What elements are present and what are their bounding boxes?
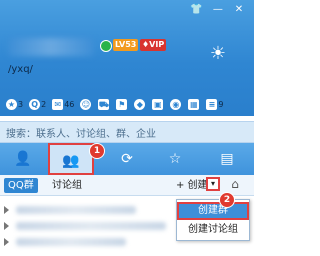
step-marker-1: 1 (89, 143, 105, 159)
toolbar-item-messages[interactable]: ≡ 9 (206, 98, 223, 110)
search-bar[interactable]: 搜索：联系人、讨论组、群、企业 (0, 121, 254, 143)
list-item[interactable] (4, 236, 172, 248)
home-icon[interactable]: ⌂ (227, 176, 243, 192)
expand-arrow-icon (4, 238, 9, 246)
toolbar-item-flag[interactable]: ⚑ (116, 98, 128, 110)
list-item[interactable] (4, 204, 172, 216)
star-tab-icon: ☆ (168, 151, 182, 167)
list-item[interactable] (4, 220, 172, 232)
toolbar-item-camera[interactable]: ◉ (170, 98, 182, 110)
toolbar-item-shop[interactable]: ⛟ (98, 98, 110, 110)
qzone-icon: Q (29, 98, 41, 110)
tab-discussion[interactable]: 讨论组 (52, 178, 82, 193)
game-icon: ◆ (134, 98, 146, 110)
toolbar-item-star[interactable]: ★ 3 (6, 98, 23, 110)
create-menu: 创建群 创建讨论组 (176, 199, 250, 241)
star-icon: ★ (6, 98, 17, 110)
group-icon: 👥 (62, 153, 80, 169)
person-icon: 👤 (14, 151, 32, 167)
skin-icon[interactable]: 👕 (188, 4, 206, 15)
level-badge[interactable]: LV53 (113, 39, 139, 51)
online-status-icon[interactable] (100, 40, 112, 52)
tab-recent[interactable]: ▤ (204, 143, 250, 175)
close-button[interactable]: ✕ (230, 4, 248, 15)
tab-contacts[interactable]: 👤 (0, 143, 46, 175)
search-placeholder: 搜索：联系人、讨论组、群、企业 (6, 129, 156, 140)
tab-qzone[interactable]: ⟳ (104, 143, 150, 175)
signature-text[interactable]: /yxq/ (8, 64, 33, 75)
toolbar-item-game[interactable]: ◆ (134, 98, 146, 110)
mail-icon: ✉ (52, 98, 64, 110)
toolbar-item-pet[interactable]: ☺ (80, 98, 92, 110)
main-tabs: 👤 👥 ⟳ ☆ ▤ (0, 143, 254, 175)
qzone-tab-icon: ⟳ (121, 151, 133, 167)
toolbar-item-mail[interactable]: ✉ 46 (52, 98, 74, 110)
tab-qq-group[interactable]: QQ群 (4, 178, 38, 193)
toolbar-item-music[interactable]: ▣ (152, 98, 164, 110)
flag-icon: ⚑ (116, 98, 128, 110)
vip-badge[interactable]: ♦VIP (140, 39, 167, 51)
nickname-blurred (8, 38, 94, 56)
menu-item-create-group[interactable]: 创建群 (177, 202, 249, 220)
app-toolbar: ★ 3 Q 2 ✉ 46 ☺ ⛟ ⚑ ◆ ▣ ◉ ▦ ≡ 9 (6, 96, 223, 112)
minimize-button[interactable]: — (209, 4, 227, 15)
weather-icon[interactable]: ☀ (208, 44, 228, 64)
music-icon: ▣ (152, 98, 164, 110)
chat-tab-icon: ▤ (220, 151, 234, 167)
shopping-cart-icon: ⛟ (98, 98, 110, 110)
apps-grid-icon: ▦ (188, 98, 200, 110)
create-dropdown-icon[interactable]: ▾ (206, 177, 220, 191)
tab-favorites[interactable]: ☆ (152, 143, 198, 175)
menu-item-create-discussion[interactable]: 创建讨论组 (177, 221, 249, 239)
message-box-icon: ≡ (206, 98, 218, 110)
window-controls: 👕 — ✕ (188, 4, 248, 15)
create-button[interactable]: + 创建 (176, 178, 208, 193)
pet-icon: ☺ (80, 98, 92, 110)
expand-arrow-icon (4, 206, 9, 214)
profile-header: 👕 — ✕ LV53 ♦VIP ☀ /yxq/ ★ 3 Q 2 ✉ 46 ☺ ⛟… (0, 0, 254, 116)
expand-arrow-icon (4, 222, 9, 230)
tab-groups[interactable]: 👥 (48, 143, 94, 175)
step-marker-2: 2 (219, 192, 235, 208)
toolbar-item-qzone[interactable]: Q 2 (29, 98, 46, 110)
toolbar-item-apps[interactable]: ▦ (188, 98, 200, 110)
camera-icon: ◉ (170, 98, 182, 110)
